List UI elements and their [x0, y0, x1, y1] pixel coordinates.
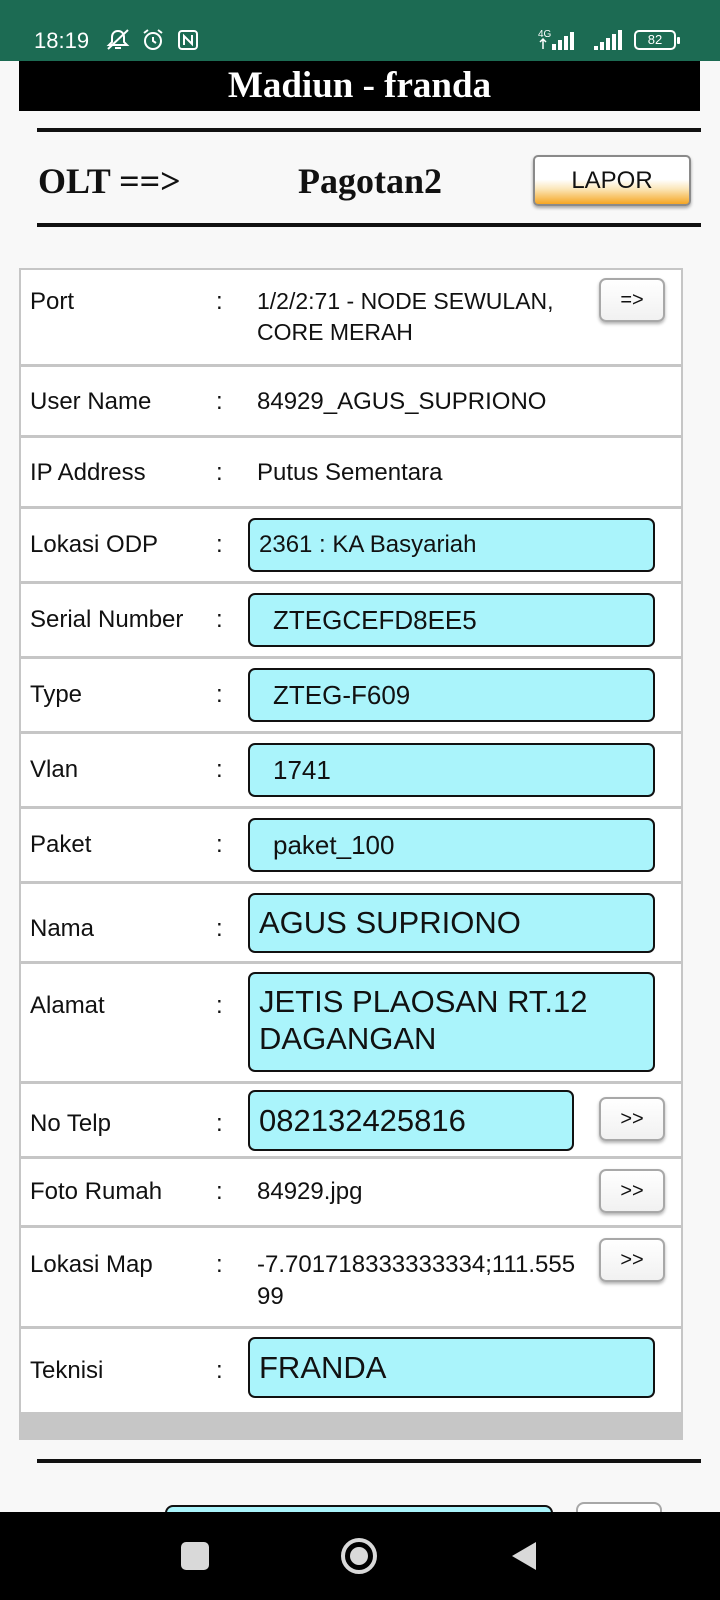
back-triangle-icon[interactable] [502, 1534, 546, 1578]
signal-4g-icon: 4G [538, 28, 584, 52]
mute-notification-icon [104, 28, 132, 52]
colon: : [216, 992, 223, 1019]
ip-address-label: IP Address [30, 459, 146, 486]
nama-field[interactable]: AGUS SUPRIONO [248, 893, 655, 953]
row-user-name: User Name : 84929_AGUS_SUPRIONO [21, 367, 681, 435]
colon: : [216, 915, 223, 942]
teknisi-label: Teknisi [30, 1357, 104, 1384]
colon: : [216, 531, 223, 558]
detail-table: Port : 1/2/2:71 - NODE SEWULAN, CORE MER… [19, 268, 683, 1440]
row-lokasi-map: Lokasi Map : -7.701718333333334;111.5559… [21, 1228, 681, 1326]
row-type: Type : ZTEG-F609 [21, 659, 681, 731]
alarm-icon [140, 28, 166, 52]
type-label: Type [30, 681, 83, 708]
lokasi-map-label: Lokasi Map [30, 1251, 153, 1278]
status-bar: 18:19 4G 82 [0, 0, 720, 61]
lokasi-odp-label: Lokasi ODP [30, 531, 159, 558]
port-label: Port [30, 288, 75, 315]
paket-label: Paket [30, 831, 92, 858]
row-foto-rumah: Foto Rumah : 84929.jpg >> [21, 1159, 681, 1225]
user-name-value: 84929_AGUS_SUPRIONO [257, 388, 547, 415]
lokasi-map-open-button[interactable]: >> [599, 1238, 665, 1282]
row-alamat: Alamat : JETIS PLAOSAN RT.12 DAGANGAN [21, 964, 681, 1081]
divider [37, 223, 701, 227]
row-paket: Paket : paket_100 [21, 809, 681, 881]
status-time: 18:19 [34, 28, 90, 53]
ip-address-value: Putus Sementara [257, 459, 443, 486]
foto-rumah-value: 84929.jpg [257, 1178, 363, 1205]
colon: : [216, 459, 223, 486]
row-nama: Nama : AGUS SUPRIONO [21, 884, 681, 961]
colon: : [216, 1110, 223, 1137]
lokasi-odp-field[interactable]: 2361 : KA Basyariah [248, 518, 655, 572]
colon: : [216, 606, 223, 633]
row-lokasi-odp: Lokasi ODP : 2361 : KA Basyariah [21, 509, 681, 581]
row-vlan: Vlan : 1741 [21, 734, 681, 806]
row-no-telp: No Telp : 082132425816 >> [21, 1084, 681, 1156]
navigation-bar [0, 1512, 720, 1600]
home-circle-icon[interactable] [337, 1534, 381, 1578]
lokasi-map-value: -7.701718333333334;111.55599 [257, 1251, 576, 1310]
foto-rumah-label: Foto Rumah [30, 1178, 163, 1205]
colon: : [216, 388, 223, 415]
battery-icon: 82 [634, 30, 680, 50]
olt-label: OLT ==> [38, 161, 181, 201]
row-teknisi: Teknisi : FRANDA [21, 1329, 681, 1412]
nama-label: Nama [30, 915, 95, 942]
colon: : [216, 681, 223, 708]
signal-icon [592, 28, 626, 52]
port-value: 1/2/2:71 - NODE SEWULAN, CORE MERAH [257, 288, 554, 345]
row-port: Port : 1/2/2:71 - NODE SEWULAN, CORE MER… [21, 270, 681, 364]
alamat-label: Alamat [30, 992, 105, 1019]
colon: : [216, 1357, 223, 1384]
user-name-label: User Name [30, 388, 152, 415]
svg-text:4G: 4G [538, 29, 552, 40]
serial-number-field[interactable]: ZTEGCEFD8EE5 [248, 593, 655, 647]
divider [37, 128, 701, 132]
foto-rumah-open-button[interactable]: >> [599, 1169, 665, 1213]
recents-square-icon[interactable] [173, 1534, 217, 1578]
lapor-button[interactable]: LAPOR [533, 155, 691, 206]
row-serial-number: Serial Number : ZTEGCEFD8EE5 [21, 584, 681, 656]
paket-field[interactable]: paket_100 [248, 818, 655, 872]
colon: : [216, 831, 223, 858]
colon: : [216, 756, 223, 783]
vlan-field[interactable]: 1741 [248, 743, 655, 797]
divider [37, 1459, 701, 1463]
row-ip-address: IP Address : Putus Sementara [21, 438, 681, 506]
teknisi-field[interactable]: FRANDA [248, 1337, 655, 1398]
colon: : [216, 288, 223, 315]
type-field[interactable]: ZTEG-F609 [248, 668, 655, 722]
colon: : [216, 1178, 223, 1205]
serial-number-label: Serial Number [30, 606, 184, 633]
vlan-label: Vlan [30, 756, 79, 783]
alamat-field[interactable]: JETIS PLAOSAN RT.12 DAGANGAN [248, 972, 655, 1072]
no-telp-open-button[interactable]: >> [599, 1097, 665, 1141]
colon: : [216, 1251, 223, 1278]
port-go-button[interactable]: => [599, 278, 665, 322]
no-telp-field[interactable]: 082132425816 [248, 1090, 574, 1151]
no-telp-label: No Telp [30, 1110, 111, 1137]
nfc-icon [176, 28, 200, 52]
olt-name: Pagotan2 [298, 161, 442, 201]
page-title: Madiun - franda [19, 61, 700, 111]
